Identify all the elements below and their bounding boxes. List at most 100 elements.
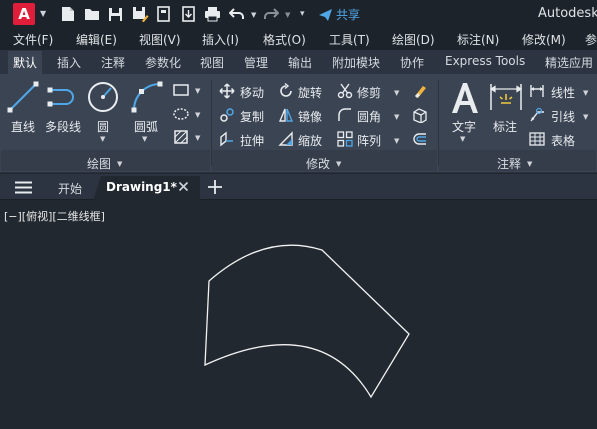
array-dropdown-icon[interactable]: ▼: [394, 137, 399, 145]
circle-button[interactable]: [86, 80, 120, 117]
menu-insert[interactable]: 插入(I): [202, 31, 239, 48]
offset-icon[interactable]: [412, 131, 428, 150]
array-icon[interactable]: [337, 131, 353, 150]
print-icon[interactable]: [204, 5, 221, 23]
tab-view[interactable]: 视图: [200, 54, 224, 71]
text-dropdown-icon[interactable]: ▼: [460, 135, 465, 143]
leader-icon[interactable]: [529, 107, 545, 126]
menu-overflow[interactable]: 参: [585, 31, 597, 48]
arc-button[interactable]: [130, 80, 164, 117]
menu-format[interactable]: 格式(O): [263, 31, 306, 48]
fillet-label[interactable]: 圆角: [357, 108, 381, 125]
undo-dropdown-icon[interactable]: ▼: [251, 11, 256, 19]
polyline-button[interactable]: [46, 82, 80, 117]
save-as-icon[interactable]: [132, 5, 149, 23]
leader-label[interactable]: 引线: [551, 108, 575, 125]
modify-panel-title: 修改: [306, 157, 331, 171]
table-icon[interactable]: [529, 131, 545, 150]
linear-icon[interactable]: [529, 83, 545, 102]
fillet-dropdown-icon[interactable]: ▼: [394, 113, 399, 121]
menu-dimension[interactable]: 标注(N): [457, 31, 499, 48]
app-menu-button[interactable]: A: [13, 3, 35, 25]
array-label[interactable]: 阵列: [357, 132, 381, 149]
undo-icon[interactable]: [229, 5, 245, 23]
leader-dropdown-icon[interactable]: ▼: [583, 113, 588, 121]
hatch-dropdown-icon[interactable]: ▼: [195, 134, 200, 142]
menu-modify[interactable]: 修改(M): [522, 31, 566, 48]
mirror-label[interactable]: 镜像: [298, 108, 322, 125]
close-tab-icon[interactable]: [178, 181, 189, 195]
hatch-button[interactable]: [172, 106, 190, 125]
region-button[interactable]: [172, 129, 190, 148]
open-icon[interactable]: [84, 5, 100, 23]
scale-icon[interactable]: [278, 131, 294, 150]
save-web-icon[interactable]: [181, 5, 196, 23]
menu-file[interactable]: 文件(F): [13, 31, 53, 48]
tab-collaborate[interactable]: 协作: [400, 54, 424, 71]
tab-addins[interactable]: 附加模块: [332, 54, 380, 71]
stretch-label[interactable]: 拉伸: [240, 132, 264, 149]
document-tab-bar: 开始: [0, 174, 597, 200]
rotate-icon[interactable]: [278, 82, 294, 102]
redo-icon[interactable]: [263, 5, 279, 23]
arc-dropdown-icon[interactable]: ▼: [142, 135, 147, 143]
rectangle-dropdown-icon[interactable]: ▼: [195, 87, 200, 95]
tab-output[interactable]: 输出: [288, 54, 312, 71]
new-tab-icon[interactable]: [207, 179, 223, 198]
explode-icon[interactable]: [412, 107, 428, 126]
modify-panel-dropdown-icon[interactable]: ▼: [336, 160, 341, 168]
table-label[interactable]: 表格: [551, 132, 575, 149]
rectangle-button[interactable]: [172, 82, 190, 101]
rectangle-icon: [173, 84, 189, 96]
line-button[interactable]: [6, 80, 40, 117]
circle-dropdown-icon[interactable]: ▼: [100, 135, 105, 143]
draw-panel-title: 绘图: [87, 157, 112, 171]
polyline-label: 多段线: [45, 120, 82, 134]
tab-insert[interactable]: 插入: [57, 54, 81, 71]
linear-label[interactable]: 线性: [551, 84, 575, 101]
rotate-label[interactable]: 旋转: [298, 84, 322, 101]
annotation-panel-dropdown-icon[interactable]: ▼: [527, 160, 532, 168]
move-icon[interactable]: [219, 83, 235, 102]
menu-tools[interactable]: 工具(T): [329, 31, 370, 48]
tab-default[interactable]: 默认: [8, 51, 43, 74]
erase-icon[interactable]: [412, 83, 428, 102]
app-menu-caret-icon[interactable]: ▼: [40, 9, 46, 18]
menu-view[interactable]: 视图(V): [139, 31, 181, 48]
ellipse-icon: [173, 108, 189, 120]
move-label[interactable]: 移动: [240, 84, 264, 101]
tab-featured-apps[interactable]: 精选应用: [545, 54, 593, 71]
menu-bar: 文件(F) 编辑(E) 视图(V) 插入(I) 格式(O) 工具(T) 绘图(D…: [0, 29, 597, 50]
tab-express-tools[interactable]: Express Tools: [445, 54, 525, 68]
tab-annotate[interactable]: 注释: [101, 54, 125, 71]
copy-icon[interactable]: [219, 107, 235, 126]
tab-manage[interactable]: 管理: [244, 54, 268, 71]
tab-start[interactable]: 开始: [58, 180, 82, 197]
text-button[interactable]: [449, 80, 481, 119]
fillet-icon[interactable]: [337, 107, 353, 126]
save-icon[interactable]: [108, 5, 123, 23]
scale-label[interactable]: 缩放: [298, 132, 322, 149]
trim-dropdown-icon[interactable]: ▼: [394, 89, 399, 97]
viewport-controls[interactable]: [−][俯视][二维线框]: [4, 208, 105, 224]
dimension-button[interactable]: [488, 80, 524, 117]
hamburger-menu-icon[interactable]: [15, 181, 32, 197]
open-web-icon[interactable]: [156, 5, 171, 23]
line-label: 直线: [11, 120, 36, 134]
redo-dropdown-icon[interactable]: ▼: [285, 11, 290, 19]
drawing-canvas[interactable]: [0, 201, 597, 429]
draw-panel-dropdown-icon[interactable]: ▼: [117, 160, 122, 168]
linear-dropdown-icon[interactable]: ▼: [583, 89, 588, 97]
mirror-icon[interactable]: [278, 107, 294, 126]
copy-label[interactable]: 复制: [240, 108, 264, 125]
share-button[interactable]: 共享: [318, 6, 360, 23]
menu-edit[interactable]: 编辑(E): [76, 31, 117, 48]
tab-parametric[interactable]: 参数化: [145, 54, 181, 71]
trim-label[interactable]: 修剪: [357, 84, 381, 101]
new-icon[interactable]: [61, 5, 75, 23]
ellipse-dropdown-icon[interactable]: ▼: [195, 111, 200, 119]
customize-qa-icon[interactable]: ▾: [300, 9, 305, 19]
stretch-icon[interactable]: [219, 131, 235, 150]
menu-draw[interactable]: 绘图(D): [392, 31, 435, 48]
trim-icon[interactable]: [337, 83, 353, 102]
